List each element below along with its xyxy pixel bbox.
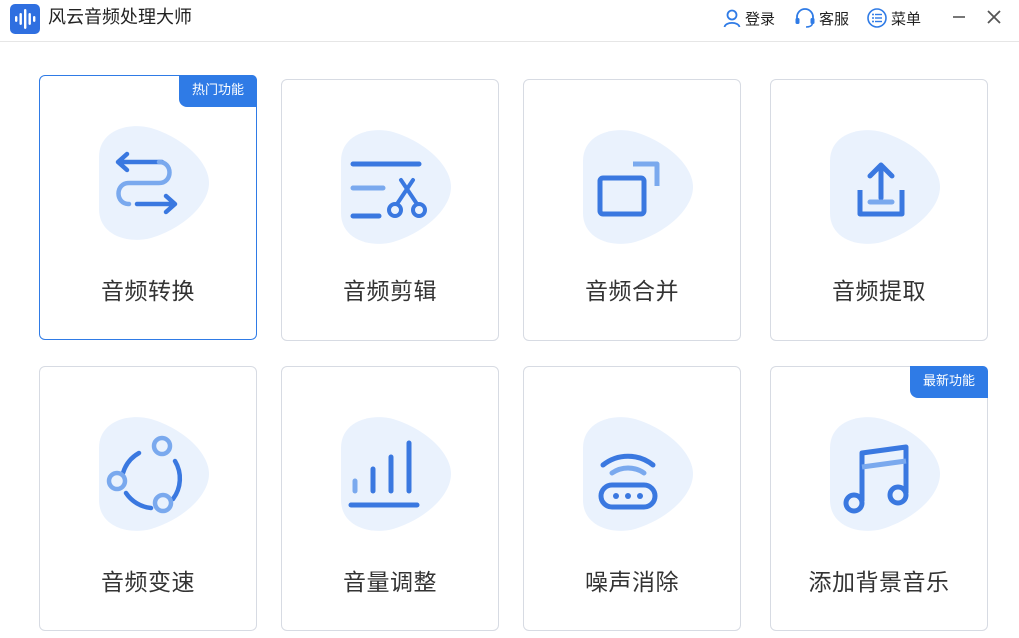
list-menu-icon bbox=[867, 8, 887, 28]
hot-feature-badge: 热门功能 bbox=[179, 75, 257, 107]
card-label: 添加背景音乐 bbox=[808, 570, 950, 596]
speed-cycle-icon bbox=[99, 417, 209, 531]
card-audio-edit[interactable]: 音频剪辑 bbox=[281, 79, 499, 341]
new-feature-badge: 最新功能 bbox=[910, 366, 988, 398]
card-label: 音频变速 bbox=[101, 570, 195, 596]
card-volume-adjust[interactable]: 音量调整 bbox=[281, 366, 499, 631]
app-title: 风云音频处理大师 bbox=[48, 7, 192, 28]
menu-label: 菜单 bbox=[891, 9, 922, 28]
service-label: 客服 bbox=[819, 9, 850, 28]
card-audio-convert[interactable]: 热门功能 音频转换 bbox=[39, 75, 257, 340]
extract-upload-icon bbox=[830, 130, 940, 244]
card-label: 噪声消除 bbox=[585, 570, 679, 596]
card-audio-extract[interactable]: 音频提取 bbox=[770, 79, 988, 341]
card-label: 音频剪辑 bbox=[343, 279, 437, 305]
merge-windows-icon bbox=[583, 130, 693, 244]
user-icon bbox=[723, 9, 741, 28]
card-noise-removal[interactable]: 噪声消除 bbox=[523, 366, 741, 631]
minimize-button[interactable] bbox=[947, 6, 971, 30]
service-button[interactable]: 客服 bbox=[794, 7, 849, 29]
card-add-bgm[interactable]: 最新功能 添加背景音乐 bbox=[770, 366, 988, 631]
close-icon bbox=[987, 10, 1001, 24]
minimize-icon bbox=[953, 16, 965, 18]
noise-router-icon bbox=[583, 417, 693, 531]
card-label: 音量调整 bbox=[343, 570, 437, 596]
card-audio-merge[interactable]: 音频合并 bbox=[523, 79, 741, 341]
card-audio-speed[interactable]: 音频变速 bbox=[39, 366, 257, 631]
card-label: 音频合并 bbox=[585, 279, 679, 305]
card-label: 音频提取 bbox=[832, 279, 926, 305]
scissors-edit-icon bbox=[341, 130, 451, 244]
headset-icon bbox=[795, 8, 815, 28]
menu-button[interactable]: 菜单 bbox=[866, 7, 921, 29]
close-button[interactable] bbox=[982, 6, 1006, 30]
convert-arrows-icon bbox=[99, 126, 209, 240]
login-button[interactable]: 登录 bbox=[722, 7, 775, 29]
music-note-icon bbox=[830, 417, 940, 531]
card-label: 音频转换 bbox=[101, 279, 195, 305]
login-label: 登录 bbox=[745, 9, 776, 28]
volume-bars-icon bbox=[341, 417, 451, 531]
title-bar: 风云音频处理大师 登录 客服 菜单 bbox=[0, 0, 1019, 42]
app-logo-icon bbox=[10, 4, 40, 34]
